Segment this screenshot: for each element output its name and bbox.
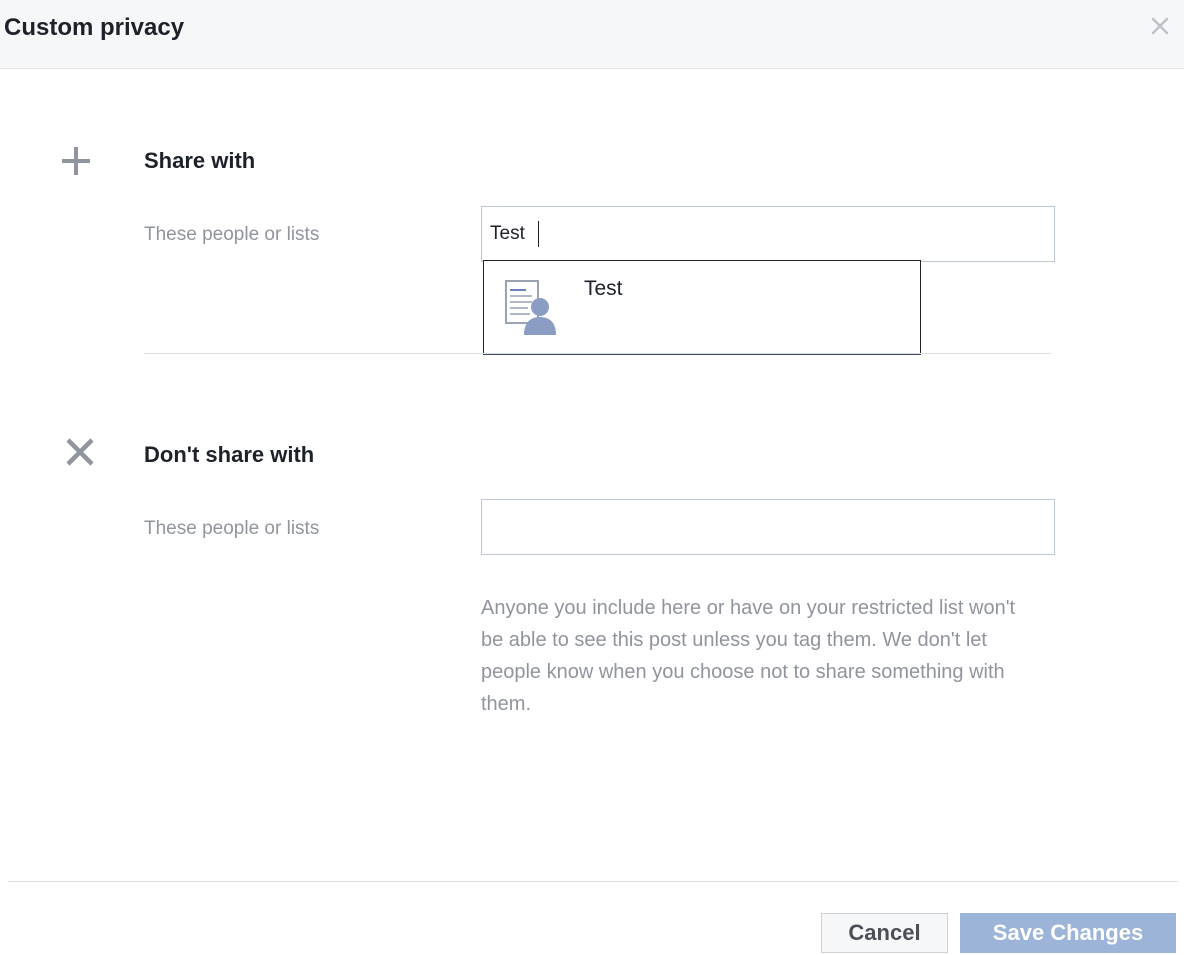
dont-share-with-input[interactable] — [481, 499, 1055, 555]
share-with-title: Share with — [144, 148, 256, 173]
footer-divider — [8, 881, 1178, 882]
cancel-button[interactable]: Cancel — [821, 913, 948, 953]
typeahead-item-test[interactable]: Test — [484, 261, 920, 353]
dialog-title: Custom privacy — [4, 14, 185, 41]
text-caret — [538, 221, 539, 247]
dialog-header: Custom privacy — [0, 0, 1184, 69]
plus-icon — [62, 147, 90, 175]
dont-share-with-title: Don't share with — [144, 442, 315, 467]
typeahead-item-label: Test — [584, 277, 623, 300]
share-with-input[interactable] — [481, 206, 1055, 262]
dont-share-with-field-label: These people or lists — [144, 518, 320, 539]
custom-privacy-dialog: Custom privacy Share with These people o… — [0, 0, 1184, 955]
share-with-field-label: These people or lists — [144, 224, 320, 245]
friend-list-icon — [505, 280, 556, 335]
restricted-helper-text: Anyone you include here or have on your … — [481, 597, 1016, 715]
save-changes-button[interactable]: Save Changes — [960, 913, 1176, 953]
close-button[interactable] — [1146, 12, 1174, 40]
typeahead-dropdown: Test — [483, 260, 921, 355]
close-icon — [1151, 17, 1169, 35]
x-icon — [66, 438, 94, 466]
section-divider — [144, 353, 1051, 354]
